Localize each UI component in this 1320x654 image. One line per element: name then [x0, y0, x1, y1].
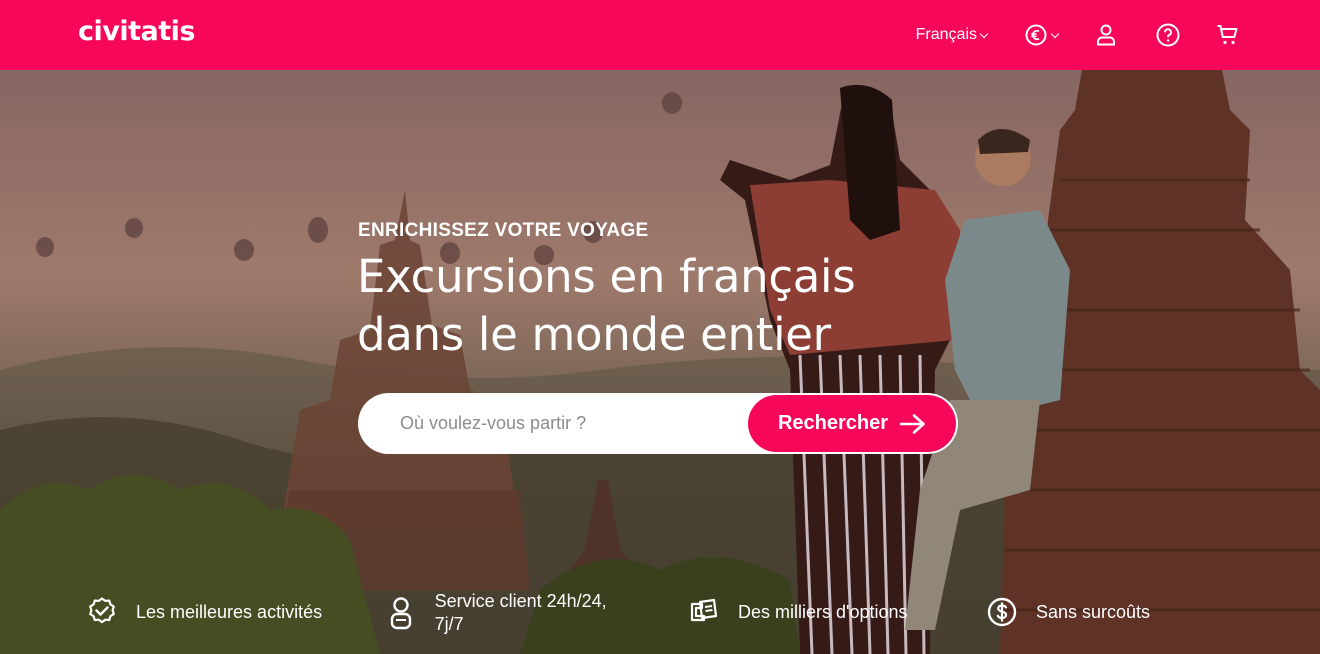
user-icon — [1097, 24, 1115, 46]
chevron-down-icon — [979, 29, 989, 38]
language-label: Français — [915, 26, 977, 43]
hero-title: Excursions en français dans le monde ent… — [357, 248, 977, 364]
feature-best-activities: Les meilleures activités — [86, 596, 322, 628]
feature-label: Les meilleures activités — [136, 601, 323, 622]
top-header: civitatis Français — [0, 0, 1320, 70]
feature-label: Sans surcoûts — [1036, 601, 1151, 622]
hero-title-line-2: dans le monde entier — [357, 308, 831, 361]
cart-button[interactable] — [1216, 23, 1240, 47]
chevron-down-icon — [1050, 29, 1060, 38]
hero-title-line-1: Excursions en français — [357, 250, 856, 303]
language-selector[interactable]: Français — [915, 26, 989, 44]
header-actions: Français — [916, 0, 1240, 70]
help-icon — [1156, 23, 1180, 47]
destination-search-input[interactable] — [400, 413, 730, 434]
feature-label: Des milliers d'options — [738, 601, 908, 622]
features-strip: Les meilleures activités Service client … — [0, 590, 1320, 654]
civitatis-logo[interactable]: civitatis — [78, 16, 195, 47]
feature-no-extra-costs: Sans surcoûts — [986, 596, 1150, 628]
badge-check-icon — [86, 596, 118, 628]
feature-thousands-options: Des milliers d'options — [688, 596, 908, 628]
support-agent-icon — [386, 597, 417, 630]
cart-icon — [1217, 25, 1238, 45]
hero-banner: ENRICHISSEZ VOTRE VOYAGE Excursions en f… — [0, 70, 1320, 654]
search-button-label: Rechercher — [777, 412, 889, 434]
search-bar: Rechercher — [358, 393, 958, 454]
account-button[interactable] — [1094, 23, 1118, 47]
help-button[interactable] — [1156, 23, 1180, 47]
feature-customer-service: Service client 24h/24, 7j/7 — [386, 590, 616, 636]
search-button[interactable]: Rechercher — [748, 395, 956, 452]
tickets-icon — [688, 596, 720, 628]
currency-selector[interactable] — [1025, 24, 1060, 46]
hero-eyebrow: ENRICHISSEZ VOTRE VOYAGE — [358, 220, 649, 241]
arrow-right-icon — [900, 413, 925, 434]
dollar-coin-icon — [986, 596, 1018, 628]
feature-label: Service client 24h/24, 7j/7 — [434, 591, 607, 634]
euro-icon — [1025, 24, 1047, 46]
